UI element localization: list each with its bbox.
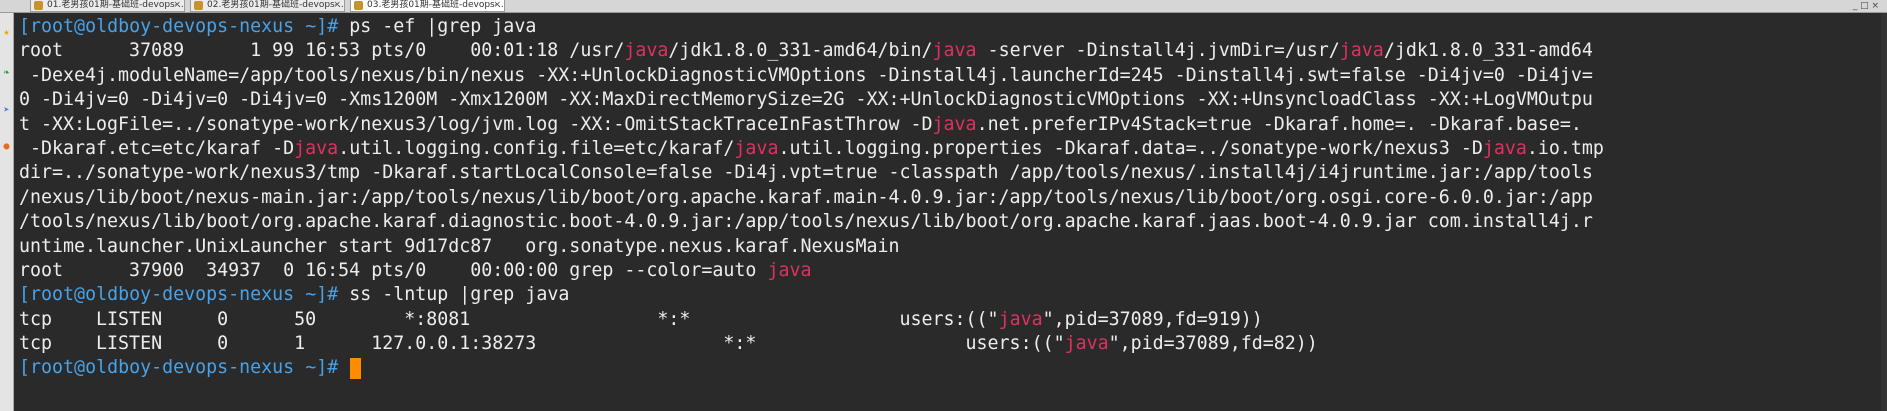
output-line-10: root 37900 34937 0 16:54 pts/0 00:00:00 … <box>19 259 1879 283</box>
output-text: t -XX:LogFile=../sonatype-work/nexus3/lo… <box>19 113 933 135</box>
output-text: .net.preferIPv4Stack=true -Dkaraf.home=.… <box>976 113 1582 135</box>
java-highlight: java <box>624 40 669 62</box>
terminal-scrollbar[interactable] <box>1881 13 1887 411</box>
java-highlight: java <box>734 137 779 159</box>
java-highlight: java <box>1339 40 1384 62</box>
output-line-6: dir=../sonatype-work/nexus3/tmp -Dkaraf.… <box>19 162 1593 184</box>
terminal-window[interactable]: [root@oldboy-devops-nexus ~]# ps -ef |gr… <box>14 13 1887 411</box>
java-highlight: java <box>294 137 339 159</box>
close-icon[interactable]: × <box>333 0 341 11</box>
prompt-user: root <box>30 357 75 379</box>
command-text <box>338 357 349 378</box>
output-text: .util.logging.properties -Dkaraf.data=..… <box>778 137 1483 159</box>
prompt-user: root <box>30 16 75 37</box>
output-line-12: tcp LISTEN 0 50 *:8081 *:* users:(("java… <box>19 308 1879 332</box>
output-line-13: tcp LISTEN 0 1 127.0.0.1:38273 *:* users… <box>19 332 1879 356</box>
java-highlight: java <box>932 113 977 135</box>
java-highlight: java <box>998 308 1043 330</box>
send-glyph: ➤ <box>3 105 10 116</box>
tab-label: 01.老男孩01期-基础班-devops-... <box>47 0 185 10</box>
tab-1[interactable]: 01.老男孩01期-基础班-devops-... × <box>30 0 185 12</box>
command-text: ss -lntup |grep java <box>338 284 570 306</box>
document-icon <box>194 1 203 10</box>
firefox-icon[interactable]: ● <box>1 141 12 152</box>
tab-3[interactable]: 03.老男孩01期-基础班-devops-... × <box>350 0 505 12</box>
star-icon[interactable]: ★ <box>1 27 12 38</box>
terminal-output: [root@oldboy-devops-nexus ~]# ps -ef |gr… <box>19 15 1879 381</box>
output-line-8: /tools/nexus/lib/boot/org.apache.karaf.d… <box>19 211 1593 233</box>
output-text: ",pid=37089,fd=919)) <box>1042 308 1263 330</box>
close-icon[interactable]: × <box>173 0 181 11</box>
output-text: -server -Dinstall4j.jvmDir=/usr/ <box>976 40 1340 62</box>
java-highlight: java <box>767 259 812 281</box>
document-icon <box>34 1 43 10</box>
output-line-2: -Dexe4j.moduleName=/app/tools/nexus/bin/… <box>19 64 1593 86</box>
prompt-open: [ <box>19 284 31 306</box>
prompt-close: ]# <box>316 16 339 37</box>
launcher-sidebar: ★ ❧ ➤ ● <box>0 13 14 411</box>
output-line-7: /nexus/lib/boot/nexus-main.jar:/app/tool… <box>19 186 1593 208</box>
prompt-path: ~ <box>294 16 317 37</box>
prompt-open: [ <box>19 357 31 379</box>
document-icon <box>354 1 363 10</box>
output-text: -Dkaraf.etc=etc/karaf -D <box>19 137 295 159</box>
prompt-open: [ <box>19 16 31 37</box>
output-text: .io.tmp <box>1526 137 1604 159</box>
firefox-glyph: ● <box>3 141 10 152</box>
prompt-host: oldboy-devops-nexus <box>85 357 295 379</box>
tab-label: 03.老男孩01期-基础班-devops-... <box>367 0 505 10</box>
java-highlight: java <box>1064 333 1109 355</box>
leaf-icon[interactable]: ❧ <box>1 67 12 78</box>
output-text: .util.logging.config.file=etc/karaf/ <box>338 137 735 159</box>
output-line-5: -Dkaraf.etc=etc/karaf -Djava.util.loggin… <box>19 137 1879 161</box>
java-highlight: java <box>1482 137 1527 159</box>
java-highlight: java <box>932 40 977 62</box>
prompt-line-1: [root@oldboy-devops-nexus ~]# ps -ef |gr… <box>19 15 1879 39</box>
tab-2[interactable]: 02.老男孩01期-基础班-devops-... × <box>190 0 345 12</box>
output-text: /jdk1.8.0_331-amd64 <box>1383 40 1593 62</box>
prompt-path: ~ <box>294 284 317 306</box>
prompt-close: ]# <box>316 357 339 379</box>
send-icon[interactable]: ➤ <box>1 105 12 116</box>
prompt-line-2: [root@oldboy-devops-nexus ~]# ss -lntup … <box>19 283 1879 307</box>
output-text: tcp LISTEN 0 1 127.0.0.1:38273 *:* users… <box>19 333 1065 355</box>
window-controls[interactable]: _ □ × <box>1853 1 1879 11</box>
star-glyph: ★ <box>3 27 10 38</box>
output-text: root 37089 1 99 16:53 pts/0 00:01:18 /us… <box>19 40 625 62</box>
prompt-at: @ <box>74 357 86 379</box>
leaf-glyph: ❧ <box>3 67 10 78</box>
output-text: /jdk1.8.0_331-amd64/bin/ <box>668 40 933 62</box>
tab-label: 02.老男孩01期-基础班-devops-... <box>207 0 345 10</box>
prompt-close: ]# <box>316 284 339 306</box>
output-line-9: untime.launcher.UnixLauncher start 9d17d… <box>19 235 900 257</box>
prompt-at: @ <box>74 16 86 37</box>
browser-tab-bar: 01.老男孩01期-基础班-devops-... × 02.老男孩01期-基础班… <box>0 0 1887 13</box>
output-text: tcp LISTEN 0 50 *:8081 *:* users:((" <box>19 308 999 330</box>
prompt-user: root <box>30 284 75 306</box>
prompt-path: ~ <box>294 357 317 379</box>
terminal-cursor[interactable] <box>350 357 362 379</box>
command-text: ps -ef |grep java <box>338 16 537 37</box>
prompt-host: oldboy-devops-nexus <box>85 284 295 306</box>
output-text: root 37900 34937 0 16:54 pts/0 00:00:00 … <box>19 259 768 281</box>
output-text: ",pid=37089,fd=82)) <box>1108 333 1318 355</box>
output-line-1: root 37089 1 99 16:53 pts/0 00:01:18 /us… <box>19 39 1879 63</box>
close-icon[interactable]: × <box>493 0 501 11</box>
prompt-line-3: [root@oldboy-devops-nexus ~]# <box>19 356 1879 380</box>
prompt-host: oldboy-devops-nexus <box>85 16 295 37</box>
output-line-3: 0 -Di4jv=0 -Di4jv=0 -Di4jv=0 -Xms1200M -… <box>19 89 1593 111</box>
output-line-4: t -XX:LogFile=../sonatype-work/nexus3/lo… <box>19 113 1879 137</box>
prompt-at: @ <box>74 284 86 306</box>
